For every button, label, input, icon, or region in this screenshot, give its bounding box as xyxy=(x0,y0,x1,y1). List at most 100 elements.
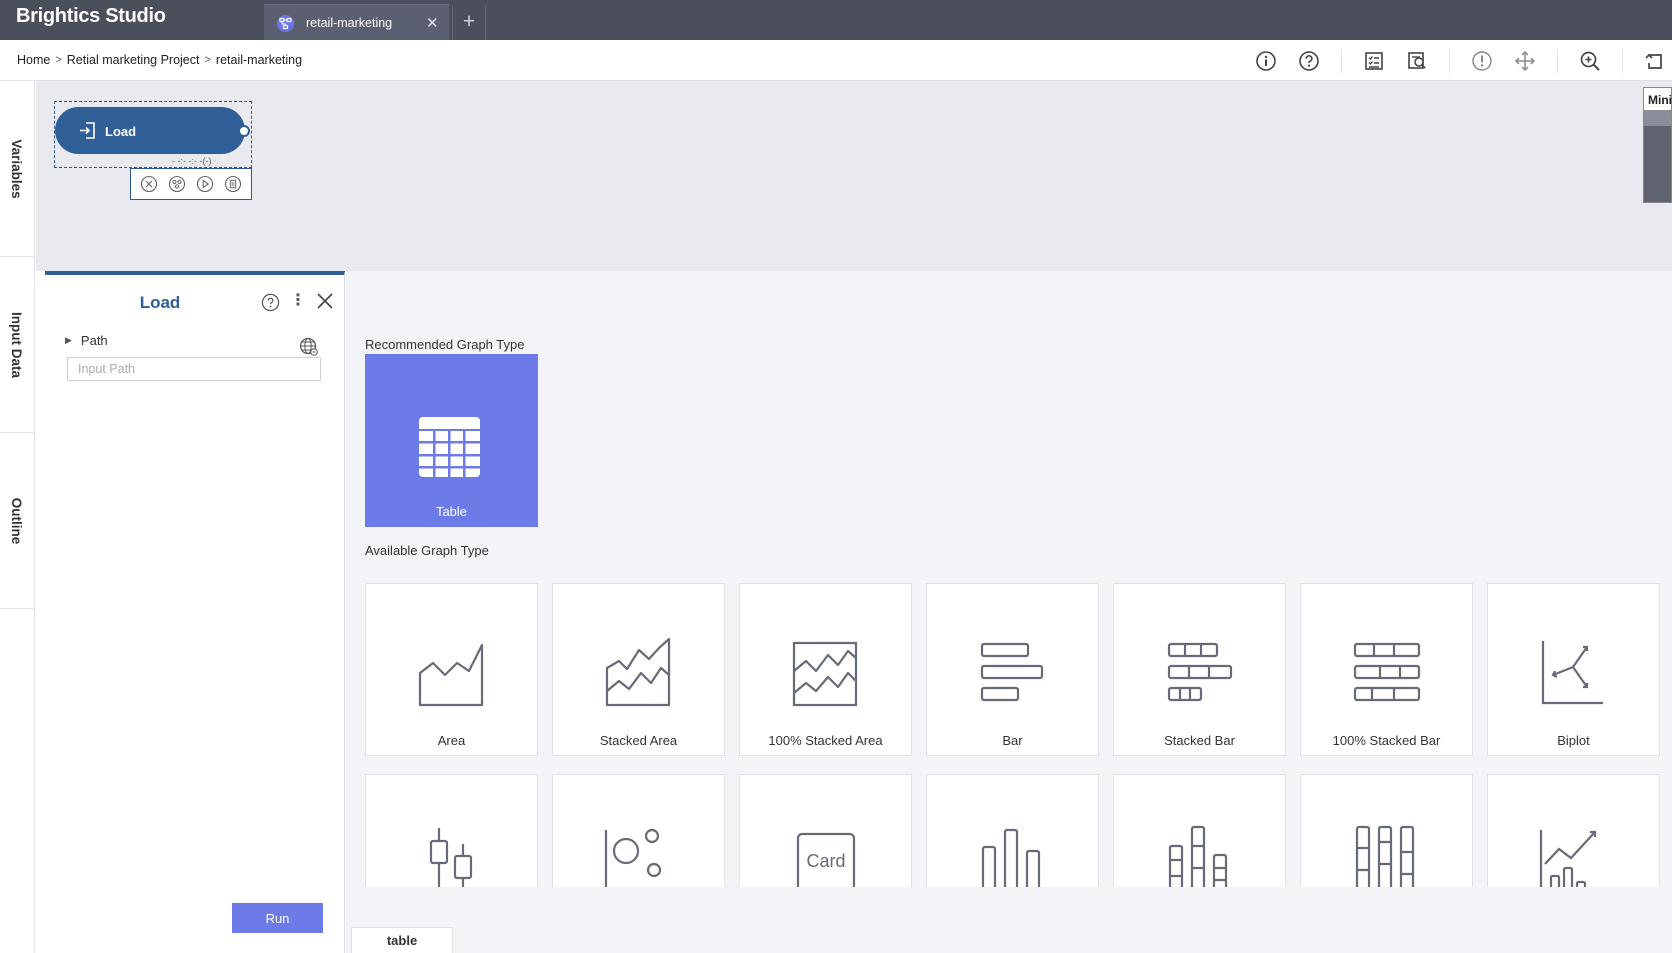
link-icon[interactable] xyxy=(168,175,186,193)
breadcrumb-home[interactable]: Home xyxy=(17,53,50,67)
panel-title: Load xyxy=(139,293,181,312)
column-icon xyxy=(981,828,1041,887)
graph-card-label: 100% Stacked Area xyxy=(768,733,883,748)
graph-card-100-stacked-bar[interactable]: 100% Stacked Bar xyxy=(1300,583,1473,756)
graph-card-label: Stacked Bar xyxy=(1164,733,1235,748)
checklist-icon[interactable] xyxy=(1363,50,1385,72)
close-tab-icon[interactable]: ✕ xyxy=(426,14,439,32)
node-output-port[interactable] xyxy=(238,125,250,137)
path-label: Path xyxy=(80,333,108,348)
graph-card-100-stacked-area[interactable]: 100% Stacked Area xyxy=(739,583,912,756)
card-icon-text: Card xyxy=(806,851,845,871)
caret-right-icon: ▶ xyxy=(65,335,72,345)
help-icon[interactable] xyxy=(1298,50,1320,72)
chevron-right-icon: > xyxy=(204,54,211,66)
copy-icon[interactable] xyxy=(224,175,242,193)
minimap-viewport[interactable] xyxy=(1644,110,1671,126)
graph-card-label: Stacked Area xyxy=(599,733,678,748)
graph-card-bar[interactable]: Bar xyxy=(926,583,1099,756)
minimap[interactable]: Mini xyxy=(1643,87,1672,203)
more-options-icon[interactable]: ⋮ xyxy=(290,291,306,311)
graph-card-biplot[interactable]: Biplot xyxy=(1487,583,1660,756)
graph-card-table[interactable]: Table xyxy=(365,354,538,527)
load-node[interactable]: Load xyxy=(55,107,245,154)
node-action-bar xyxy=(130,168,252,200)
graph-card-label: 100% Stacked Bar xyxy=(1332,733,1441,748)
breadcrumb-workflow[interactable]: retail-marketing xyxy=(216,53,302,67)
bubble-icon xyxy=(604,828,662,887)
toolbar xyxy=(1255,40,1672,81)
rail-label-variables: Variables xyxy=(9,138,24,199)
breadcrumb: Home > Retial marketing Project > retail… xyxy=(17,53,302,67)
graph-card-label: Biplot xyxy=(1557,733,1590,748)
rail-tab-variables[interactable]: Variables xyxy=(0,81,35,257)
graph-card-label: Area xyxy=(437,733,466,748)
warning-icon[interactable] xyxy=(1471,50,1493,72)
properties-panel: Load ⋮ ▶ Path Run xyxy=(45,271,345,953)
area-chart-icon xyxy=(418,643,484,707)
graph-card-card[interactable]: Card xyxy=(739,774,912,887)
path-section-toggle[interactable]: ▶ Path xyxy=(65,333,108,348)
graph-card-boxplot[interactable] xyxy=(365,774,538,887)
graph-card-bubble[interactable] xyxy=(552,774,725,887)
tab-retail-marketing[interactable]: retail-marketing ✕ xyxy=(264,4,449,40)
graph-card-label: Table xyxy=(435,504,468,519)
breadcrumb-bar: Home > Retial marketing Project > retail… xyxy=(0,40,1672,81)
load-icon xyxy=(79,122,96,142)
rail-tab-input-data[interactable]: Input Data xyxy=(0,257,35,433)
node-status-text: - -:- -:- -(-) xyxy=(172,156,212,166)
toolbar-divider xyxy=(1622,48,1623,73)
graph-card-area[interactable]: Area xyxy=(365,583,538,756)
bottom-tab-table[interactable]: table xyxy=(351,927,453,953)
app-brand: Brightics Studio xyxy=(16,5,166,27)
recommended-graph-heading: Recommended Graph Type xyxy=(365,337,525,352)
stacked-column-icon xyxy=(1168,825,1228,887)
stacked-area-icon xyxy=(605,637,671,707)
run-button[interactable]: Run xyxy=(232,903,323,933)
graph-card-stacked-column[interactable] xyxy=(1113,774,1286,887)
top-bar: Brightics Studio retail-marketing ✕ + xyxy=(0,0,1672,40)
tab-label: retail-marketing xyxy=(306,16,393,30)
graph-card-column[interactable] xyxy=(926,774,1099,887)
combo-chart-icon xyxy=(1539,830,1597,887)
workflow-canvas[interactable] xyxy=(36,81,1672,271)
graph-card-stacked-area[interactable]: Stacked Area xyxy=(552,583,725,756)
boxplot-icon xyxy=(429,828,473,887)
zoom-in-icon[interactable] xyxy=(1579,50,1601,72)
bar-icon xyxy=(980,642,1044,702)
rail-tab-outline[interactable]: Outline xyxy=(0,433,35,609)
move-icon[interactable] xyxy=(1514,50,1536,72)
rail-label-input-data: Input Data xyxy=(9,311,24,378)
table-icon xyxy=(419,417,480,477)
graph-card-combo[interactable] xyxy=(1487,774,1660,887)
info-icon[interactable] xyxy=(1255,50,1277,72)
remove-icon[interactable] xyxy=(140,175,158,193)
card-icon: Card xyxy=(796,832,856,887)
node-label: Load xyxy=(105,124,137,139)
help-icon[interactable] xyxy=(261,293,280,312)
stacked-bar-icon xyxy=(1167,642,1233,702)
available-graph-heading: Available Graph Type xyxy=(365,543,489,558)
stacked-bar-100-icon xyxy=(1353,642,1421,702)
toolbar-divider xyxy=(1449,48,1450,73)
graph-card-100-stacked-column[interactable] xyxy=(1300,774,1473,887)
run-icon[interactable] xyxy=(196,175,214,193)
toolbar-divider xyxy=(1341,48,1342,73)
graph-row-2: Card xyxy=(365,774,1672,887)
globe-icon[interactable] xyxy=(299,337,319,357)
toolbar-divider xyxy=(1557,48,1558,73)
stacked-column-100-icon xyxy=(1355,825,1415,887)
left-rail: Variables Input Data Outline xyxy=(0,81,35,953)
stacked-area-100-icon xyxy=(792,641,858,707)
rail-label-outline: Outline xyxy=(9,497,24,544)
breadcrumb-project[interactable]: Retial marketing Project xyxy=(67,53,200,67)
workflow-icon xyxy=(277,15,294,32)
report-icon[interactable] xyxy=(1406,50,1428,72)
path-input[interactable] xyxy=(67,357,321,381)
chevron-right-icon: > xyxy=(55,54,62,66)
close-icon[interactable] xyxy=(315,291,335,311)
undo-icon[interactable] xyxy=(1644,50,1666,72)
biplot-icon xyxy=(1541,641,1603,705)
add-tab-button[interactable]: + xyxy=(452,5,486,40)
graph-card-stacked-bar[interactable]: Stacked Bar xyxy=(1113,583,1286,756)
